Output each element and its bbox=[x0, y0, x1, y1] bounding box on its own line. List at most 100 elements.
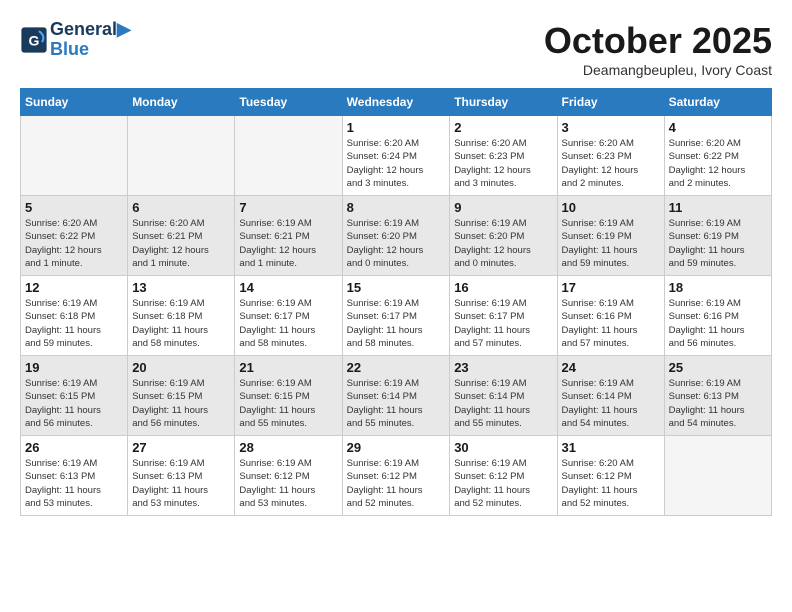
day-number: 6 bbox=[132, 200, 230, 215]
calendar-cell bbox=[235, 116, 342, 196]
day-number: 1 bbox=[347, 120, 446, 135]
cell-text: Sunrise: 6:19 AM Sunset: 6:14 PM Dayligh… bbox=[562, 377, 660, 430]
cell-text: Sunrise: 6:19 AM Sunset: 6:15 PM Dayligh… bbox=[132, 377, 230, 430]
svg-text:G: G bbox=[29, 32, 40, 48]
cell-text: Sunrise: 6:19 AM Sunset: 6:12 PM Dayligh… bbox=[347, 457, 446, 510]
day-number: 11 bbox=[669, 200, 767, 215]
calendar-cell: 22 Sunrise: 6:19 AM Sunset: 6:14 PM Dayli… bbox=[342, 356, 450, 436]
day-number: 14 bbox=[239, 280, 337, 295]
day-number: 31 bbox=[562, 440, 660, 455]
calendar-cell: 25Sunrise: 6:19 AM Sunset: 6:13 PM Dayli… bbox=[664, 356, 771, 436]
calendar-header-row: SundayMondayTuesdayWednesdayThursdayFrid… bbox=[21, 89, 772, 116]
cell-text: Sunrise: 6:20 AM Sunset: 6:22 PM Dayligh… bbox=[669, 137, 767, 190]
calendar-cell: 15 Sunrise: 6:19 AM Sunset: 6:17 PM Dayli… bbox=[342, 276, 450, 356]
calendar-cell: 12 Sunrise: 6:19 AM Sunset: 6:18 PM Dayli… bbox=[21, 276, 128, 356]
calendar-week-2: 5 Sunrise: 6:20 AM Sunset: 6:22 PM Daylig… bbox=[21, 196, 772, 276]
cell-text: Sunrise: 6:19 AM Sunset: 6:15 PM Dayligh… bbox=[239, 377, 337, 430]
calendar-header-wednesday: Wednesday bbox=[342, 89, 450, 116]
cell-text: Sunrise: 6:20 AM Sunset: 6:23 PM Dayligh… bbox=[454, 137, 552, 190]
day-number: 15 bbox=[347, 280, 446, 295]
day-number: 27 bbox=[132, 440, 230, 455]
calendar-cell: 20Sunrise: 6:19 AM Sunset: 6:15 PM Dayli… bbox=[128, 356, 235, 436]
day-number: 26 bbox=[25, 440, 123, 455]
calendar-body: 1Sunrise: 6:20 AM Sunset: 6:24 PM Daylig… bbox=[21, 116, 772, 516]
day-number: 9 bbox=[454, 200, 552, 215]
day-number: 22 bbox=[347, 360, 446, 375]
calendar-cell: 4Sunrise: 6:20 AM Sunset: 6:22 PM Daylig… bbox=[664, 116, 771, 196]
calendar-cell: 9Sunrise: 6:19 AM Sunset: 6:20 PM Daylig… bbox=[450, 196, 557, 276]
day-number: 18 bbox=[669, 280, 767, 295]
cell-text: Sunrise: 6:19 AM Sunset: 6:19 PM Dayligh… bbox=[562, 217, 660, 270]
day-number: 12 bbox=[25, 280, 123, 295]
calendar-cell: 14 Sunrise: 6:19 AM Sunset: 6:17 PM Dayli… bbox=[235, 276, 342, 356]
calendar-header-monday: Monday bbox=[128, 89, 235, 116]
day-number: 21 bbox=[239, 360, 337, 375]
cell-text: Sunrise: 6:19 AM Sunset: 6:18 PM Dayligh… bbox=[25, 297, 123, 350]
day-number: 16 bbox=[454, 280, 552, 295]
cell-text: Sunrise: 6:20 AM Sunset: 6:22 PM Dayligh… bbox=[25, 217, 123, 270]
cell-text: Sunrise: 6:20 AM Sunset: 6:21 PM Dayligh… bbox=[132, 217, 230, 270]
calendar-week-4: 19 Sunrise: 6:19 AM Sunset: 6:15 PM Dayli… bbox=[21, 356, 772, 436]
calendar-cell: 10Sunrise: 6:19 AM Sunset: 6:19 PM Dayli… bbox=[557, 196, 664, 276]
day-number: 19 bbox=[25, 360, 123, 375]
calendar-cell bbox=[21, 116, 128, 196]
day-number: 2 bbox=[454, 120, 552, 135]
day-number: 3 bbox=[562, 120, 660, 135]
cell-text: Sunrise: 6:19 AM Sunset: 6:15 PM Dayligh… bbox=[25, 377, 123, 430]
calendar-cell: 1Sunrise: 6:20 AM Sunset: 6:24 PM Daylig… bbox=[342, 116, 450, 196]
calendar-cell: 17 Sunrise: 6:19 AM Sunset: 6:16 PM Dayli… bbox=[557, 276, 664, 356]
cell-text: Sunrise: 6:19 AM Sunset: 6:16 PM Dayligh… bbox=[669, 297, 767, 350]
calendar-cell: 29Sunrise: 6:19 AM Sunset: 6:12 PM Dayli… bbox=[342, 436, 450, 516]
cell-text: Sunrise: 6:20 AM Sunset: 6:12 PM Dayligh… bbox=[562, 457, 660, 510]
calendar-cell: 23Sunrise: 6:19 AM Sunset: 6:14 PM Dayli… bbox=[450, 356, 557, 436]
day-number: 30 bbox=[454, 440, 552, 455]
calendar-cell: 28Sunrise: 6:19 AM Sunset: 6:12 PM Dayli… bbox=[235, 436, 342, 516]
day-number: 5 bbox=[25, 200, 123, 215]
cell-text: Sunrise: 6:19 AM Sunset: 6:12 PM Dayligh… bbox=[454, 457, 552, 510]
cell-text: Sunrise: 6:19 AM Sunset: 6:17 PM Dayligh… bbox=[347, 297, 446, 350]
page-header: G General▶ Blue October 2025 Deamangbeup… bbox=[20, 20, 772, 78]
calendar-header-sunday: Sunday bbox=[21, 89, 128, 116]
cell-text: Sunrise: 6:19 AM Sunset: 6:18 PM Dayligh… bbox=[132, 297, 230, 350]
calendar-week-3: 12 Sunrise: 6:19 AM Sunset: 6:18 PM Dayli… bbox=[21, 276, 772, 356]
calendar-cell: 6 Sunrise: 6:20 AM Sunset: 6:21 PM Daylig… bbox=[128, 196, 235, 276]
logo-text: General▶ Blue bbox=[50, 20, 131, 60]
day-number: 17 bbox=[562, 280, 660, 295]
day-number: 28 bbox=[239, 440, 337, 455]
calendar-cell: 27 Sunrise: 6:19 AM Sunset: 6:13 PM Dayli… bbox=[128, 436, 235, 516]
calendar-cell: 19 Sunrise: 6:19 AM Sunset: 6:15 PM Dayli… bbox=[21, 356, 128, 436]
cell-text: Sunrise: 6:19 AM Sunset: 6:17 PM Dayligh… bbox=[239, 297, 337, 350]
title-section: October 2025 Deamangbeupleu, Ivory Coast bbox=[544, 20, 772, 78]
calendar-cell bbox=[664, 436, 771, 516]
calendar-header-thursday: Thursday bbox=[450, 89, 557, 116]
day-number: 7 bbox=[239, 200, 337, 215]
calendar-cell: 31 Sunrise: 6:20 AM Sunset: 6:12 PM Dayli… bbox=[557, 436, 664, 516]
cell-text: Sunrise: 6:19 AM Sunset: 6:13 PM Dayligh… bbox=[132, 457, 230, 510]
cell-text: Sunrise: 6:19 AM Sunset: 6:19 PM Dayligh… bbox=[669, 217, 767, 270]
calendar: SundayMondayTuesdayWednesdayThursdayFrid… bbox=[20, 88, 772, 516]
calendar-header-friday: Friday bbox=[557, 89, 664, 116]
day-number: 13 bbox=[132, 280, 230, 295]
logo: G General▶ Blue bbox=[20, 20, 131, 60]
cell-text: Sunrise: 6:19 AM Sunset: 6:13 PM Dayligh… bbox=[25, 457, 123, 510]
cell-text: Sunrise: 6:19 AM Sunset: 6:14 PM Dayligh… bbox=[347, 377, 446, 430]
calendar-cell: 30 Sunrise: 6:19 AM Sunset: 6:12 PM Dayli… bbox=[450, 436, 557, 516]
calendar-cell: 8 Sunrise: 6:19 AM Sunset: 6:20 PM Daylig… bbox=[342, 196, 450, 276]
calendar-cell: 13 Sunrise: 6:19 AM Sunset: 6:18 PM Dayli… bbox=[128, 276, 235, 356]
cell-text: Sunrise: 6:19 AM Sunset: 6:13 PM Dayligh… bbox=[669, 377, 767, 430]
cell-text: Sunrise: 6:19 AM Sunset: 6:16 PM Dayligh… bbox=[562, 297, 660, 350]
day-number: 8 bbox=[347, 200, 446, 215]
month-title: October 2025 bbox=[544, 20, 772, 62]
cell-text: Sunrise: 6:19 AM Sunset: 6:20 PM Dayligh… bbox=[347, 217, 446, 270]
logo-icon: G bbox=[20, 26, 48, 54]
calendar-week-5: 26 Sunrise: 6:19 AM Sunset: 6:13 PM Dayli… bbox=[21, 436, 772, 516]
calendar-header-tuesday: Tuesday bbox=[235, 89, 342, 116]
calendar-cell: 21 Sunrise: 6:19 AM Sunset: 6:15 PM Dayli… bbox=[235, 356, 342, 436]
calendar-cell: 5 Sunrise: 6:20 AM Sunset: 6:22 PM Daylig… bbox=[21, 196, 128, 276]
calendar-cell: 18 Sunrise: 6:19 AM Sunset: 6:16 PM Dayli… bbox=[664, 276, 771, 356]
cell-text: Sunrise: 6:19 AM Sunset: 6:17 PM Dayligh… bbox=[454, 297, 552, 350]
cell-text: Sunrise: 6:19 AM Sunset: 6:14 PM Dayligh… bbox=[454, 377, 552, 430]
calendar-cell: 3Sunrise: 6:20 AM Sunset: 6:23 PM Daylig… bbox=[557, 116, 664, 196]
calendar-cell: 26 Sunrise: 6:19 AM Sunset: 6:13 PM Dayli… bbox=[21, 436, 128, 516]
calendar-header-saturday: Saturday bbox=[664, 89, 771, 116]
